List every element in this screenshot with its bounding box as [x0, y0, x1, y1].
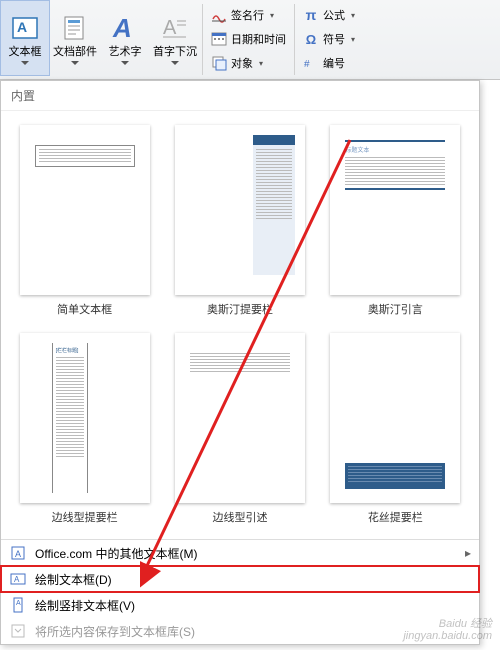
thumb: 标题文本 — [330, 125, 460, 295]
quickparts-button[interactable]: 文档部件 — [50, 0, 100, 76]
gallery-item-austin-sidebar[interactable]: 奥斯汀提要栏 — [166, 121, 313, 321]
datetime-label: 日期和时间 — [231, 31, 286, 47]
chevron-down-icon — [71, 61, 79, 65]
gallery-item-filigree-sidebar[interactable]: 花丝提要栏 — [322, 329, 469, 529]
separator — [202, 4, 203, 75]
dropcap-button[interactable]: A 首字下沉 — [150, 0, 200, 76]
save-gallery-icon — [9, 622, 27, 640]
textbox-label: 文本框 — [9, 46, 42, 59]
chevron-down-icon: ▾ — [270, 11, 274, 20]
svg-text:A: A — [15, 549, 21, 559]
number-icon: # — [303, 55, 319, 71]
thumb — [330, 333, 460, 503]
textbox-button[interactable]: A 文本框 — [0, 0, 50, 76]
pi-icon: π — [303, 7, 319, 23]
number-label: 编号 — [323, 55, 345, 71]
gallery-caption: 花丝提要栏 — [368, 509, 423, 525]
gallery-item-austin-quote[interactable]: 标题文本 奥斯汀引言 — [322, 121, 469, 321]
menu-label: 绘制文本框(D) — [35, 571, 112, 588]
equation-label: 公式 — [323, 7, 345, 23]
number-button[interactable]: # 编号 — [299, 52, 359, 74]
object-button[interactable]: 对象 ▾ — [207, 52, 290, 74]
thumb: [栏栏标题] — [20, 333, 150, 503]
svg-text:A: A — [14, 575, 20, 584]
signature-label: 签名行 — [231, 7, 264, 23]
chevron-down-icon: ▾ — [259, 59, 263, 68]
gallery-item-border-quote[interactable]: 边线型引述 — [166, 329, 313, 529]
separator — [294, 4, 295, 75]
draw-vtextbox-icon: A — [9, 596, 27, 614]
wordart-label: 艺术字 — [109, 46, 142, 59]
textbox-gallery-panel: 内置 简单文本框 奥斯汀提要栏 标题文本 — [0, 80, 480, 645]
signature-icon — [211, 7, 227, 23]
gallery-header: 内置 — [1, 81, 479, 111]
menu-draw-textbox[interactable]: A 绘制文本框(D) — [1, 566, 479, 592]
calendar-icon — [211, 31, 227, 47]
thumb — [175, 125, 305, 295]
gallery-caption: 奥斯汀引言 — [368, 301, 423, 317]
thumb — [20, 125, 150, 295]
svg-text:A: A — [17, 19, 27, 35]
gallery-caption: 边线型提要栏 — [52, 509, 118, 525]
svg-text:A: A — [112, 13, 132, 43]
wordart-button[interactable]: A 艺术字 — [100, 0, 150, 76]
gallery-item-simple[interactable]: 简单文本框 — [11, 121, 158, 321]
chevron-down-icon: ▾ — [351, 35, 355, 44]
textbox-icon: A — [9, 12, 41, 44]
menu-label: 将所选内容保存到文本框库(S) — [35, 623, 195, 640]
thumb — [175, 333, 305, 503]
gallery-caption: 简单文本框 — [57, 301, 112, 317]
gallery-item-border-sidebar[interactable]: [栏栏标题] 边线型提要栏 — [11, 329, 158, 529]
office-icon: A — [9, 544, 27, 562]
menu-label: Office.com 中的其他文本框(M) — [35, 545, 197, 562]
gallery-caption: 奥斯汀提要栏 — [207, 301, 273, 317]
gallery-caption: 边线型引述 — [212, 509, 267, 525]
object-icon — [211, 55, 227, 71]
gallery-grid: 简单文本框 奥斯汀提要栏 标题文本 奥斯汀引言 — [1, 111, 479, 539]
signature-line-button[interactable]: 签名行 ▾ — [207, 4, 290, 26]
omega-icon: Ω — [303, 31, 319, 47]
equation-button[interactable]: π 公式 ▾ — [299, 4, 359, 26]
menu-draw-vertical-textbox[interactable]: A 绘制竖排文本框(V) — [1, 592, 479, 618]
chevron-down-icon — [21, 61, 29, 65]
menu-more-office[interactable]: A Office.com 中的其他文本框(M) ▸ — [1, 540, 479, 566]
symbol-label: 符号 — [323, 31, 345, 47]
dropcap-label: 首字下沉 — [153, 46, 197, 59]
wordart-icon: A — [109, 12, 141, 44]
symbol-button[interactable]: Ω 符号 ▾ — [299, 28, 359, 50]
draw-textbox-icon: A — [9, 570, 27, 588]
quickparts-label: 文档部件 — [53, 46, 97, 59]
chevron-right-icon: ▸ — [465, 546, 471, 560]
menu-label: 绘制竖排文本框(V) — [35, 597, 135, 614]
ribbon: A 文本框 文档部件 A 艺术字 A 首字下沉 签名行 ▾ 日期和时间 — [0, 0, 500, 80]
chevron-down-icon — [171, 61, 179, 65]
dropcap-icon: A — [159, 12, 191, 44]
object-label: 对象 — [231, 55, 253, 71]
chevron-down-icon — [121, 61, 129, 65]
svg-text:#: # — [304, 59, 310, 70]
quickparts-icon — [59, 12, 91, 44]
svg-text:A: A — [163, 17, 177, 39]
datetime-button[interactable]: 日期和时间 — [207, 28, 290, 50]
svg-text:A: A — [16, 600, 21, 607]
chevron-down-icon: ▾ — [351, 11, 355, 20]
watermark: Baidu 经验 jingyan.baidu.com — [403, 618, 492, 642]
